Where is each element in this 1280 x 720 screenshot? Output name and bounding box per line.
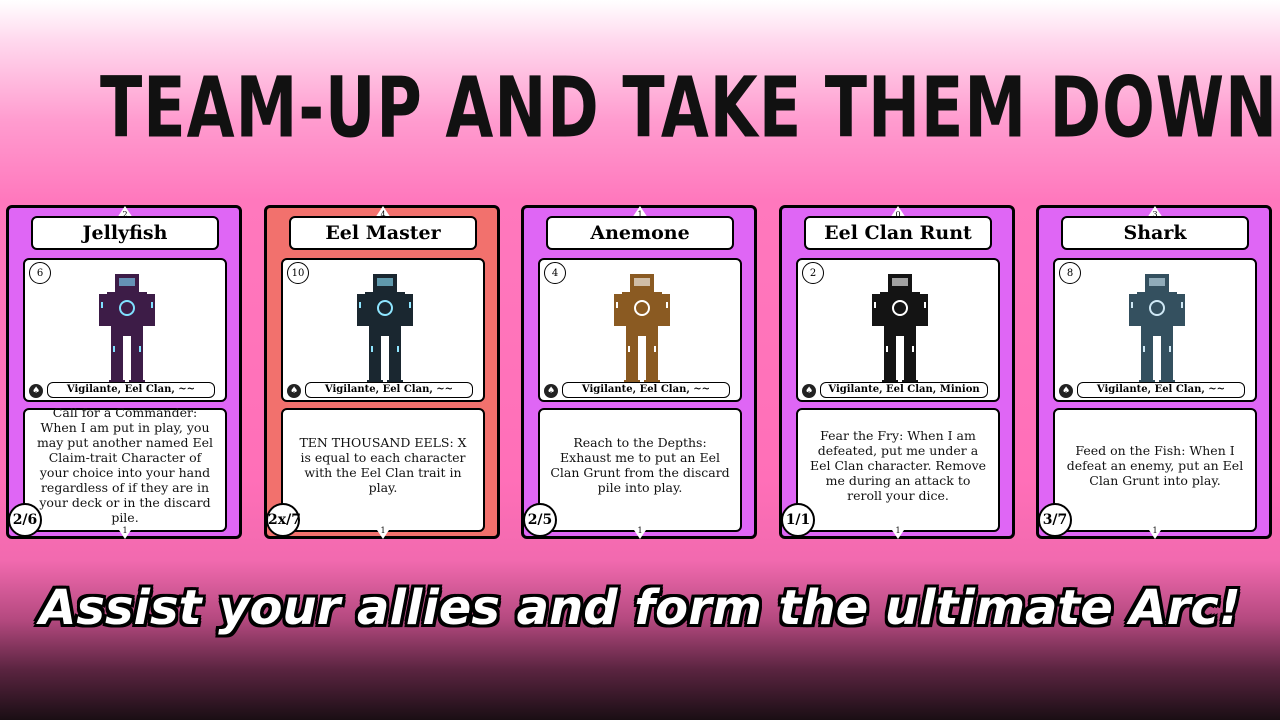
card-stats: 3/7: [1038, 503, 1072, 537]
card-art: 6 ♠ Vigilante, Eel Clan, ~~: [23, 258, 227, 402]
card-stats: 2x/7: [266, 503, 301, 537]
character-figure-icon: [357, 274, 413, 386]
card-traits: Vigilante, Eel Clan, ~~: [47, 382, 215, 398]
card-stats: 1/1: [781, 503, 815, 537]
card-eel-master[interactable]: 4 Eel Master 10 ♠ Vigilante, Eel Clan, ~…: [264, 205, 500, 539]
trait-icon: ♠: [1059, 384, 1073, 398]
card-art: 8 ♠ Vigilante, Eel Clan, ~~: [1053, 258, 1257, 402]
trait-icon: ♠: [287, 384, 301, 398]
card-name: Anemone: [546, 216, 734, 250]
character-figure-icon: [99, 274, 155, 386]
card-ability-text: Feed on the Fish: When I defeat an enemy…: [1053, 408, 1257, 532]
card-bottom-number: 1: [122, 526, 128, 535]
card-cost: 2: [802, 262, 824, 284]
card-cost: 10: [287, 262, 309, 284]
card-art: 4 ♠ Vigilante, Eel Clan, ~~: [538, 258, 742, 402]
ability-text: Fear the Fry: When I am defeated, put me…: [809, 427, 987, 503]
card-cost: 4: [544, 262, 566, 284]
card-traits: Vigilante, Eel Clan, ~~: [305, 382, 473, 398]
card-ability-text: TEN THOUSAND EELS: X is equal to each ch…: [281, 408, 485, 532]
character-figure-icon: [614, 274, 670, 386]
card-cost: 8: [1059, 262, 1081, 284]
ability-text: Call for a Commander: When I am put in p…: [36, 405, 214, 525]
card-name: Jellyfish: [31, 216, 219, 250]
card-bottom-number: 1: [380, 526, 386, 535]
card-ability-text: Call for a Commander: When I am put in p…: [23, 405, 227, 532]
card-anemone[interactable]: 1 Anemone 4 ♠ Vigilante, Eel Clan, ~~ Re…: [521, 205, 757, 539]
card-stats: 2/6: [8, 503, 42, 537]
character-figure-icon: [872, 274, 928, 386]
headline: TEAM-UP AND TAKE THEM DOWN!: [100, 58, 1280, 157]
card-eel-clan-runt[interactable]: 0 Eel Clan Runt 2 ♠ Vigilante, Eel Clan,…: [779, 205, 1015, 539]
card-jellyfish[interactable]: 2 Jellyfish 6 ♠ Vigilante, Eel Clan, ~~ …: [6, 205, 242, 539]
trait-icon: ♠: [29, 384, 43, 398]
card-art: 10 ♠ Vigilante, Eel Clan, ~~: [281, 258, 485, 402]
ability-text: TEN THOUSAND EELS: X is equal to each ch…: [299, 435, 467, 495]
ability-text: Reach to the Depths: Exhaust me to put a…: [550, 435, 730, 495]
card-bottom-number: 1: [1152, 526, 1158, 535]
trait-icon: ♠: [544, 384, 558, 398]
card-name: Eel Clan Runt: [804, 216, 992, 250]
trait-icon: ♠: [802, 384, 816, 398]
card-bottom-number: 1: [895, 526, 901, 535]
card-ability-text: Reach to the Depths: Exhaust me to put a…: [538, 408, 742, 532]
card-traits: Vigilante, Eel Clan, Minion: [820, 382, 988, 398]
card-stats: 2/5: [523, 503, 557, 537]
card-shark[interactable]: 3 Shark 8 ♠ Vigilante, Eel Clan, ~~ Feed…: [1036, 205, 1272, 539]
character-figure-icon: [1129, 274, 1185, 386]
card-traits: Vigilante, Eel Clan, ~~: [1077, 382, 1245, 398]
card-cost: 6: [29, 262, 51, 284]
card-traits: Vigilante, Eel Clan, ~~: [562, 382, 730, 398]
card-name: Eel Master: [289, 216, 477, 250]
ability-text: Feed on the Fish: When I defeat an enemy…: [1066, 442, 1244, 488]
card-name: Shark: [1061, 216, 1249, 250]
card-art: 2 ♠ Vigilante, Eel Clan, Minion: [796, 258, 1000, 402]
card-bottom-number: 1: [637, 526, 643, 535]
card-ability-text: Fear the Fry: When I am defeated, put me…: [796, 408, 1000, 532]
tagline: Assist your allies and form the ultimate…: [39, 580, 1241, 636]
